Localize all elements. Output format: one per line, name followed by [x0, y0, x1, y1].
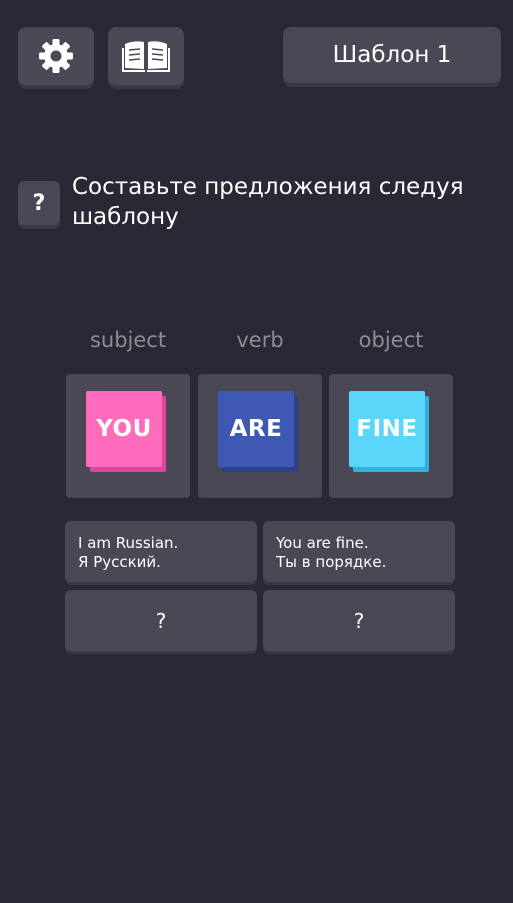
unsolved-marker: ?: [155, 608, 167, 633]
subject-slot[interactable]: YOU: [66, 374, 190, 498]
column-label-subject: subject: [89, 328, 167, 352]
unsolved-marker: ?: [353, 608, 365, 633]
verb-slot[interactable]: ARE: [198, 374, 322, 498]
template-selector-button[interactable]: Шаблон 1: [283, 27, 501, 83]
example-card[interactable]: You are fine. Ты в порядке.: [263, 521, 455, 582]
column-label-verb: verb: [236, 328, 284, 352]
example-sentence-ru: Я Русский.: [78, 553, 161, 571]
template-label: Шаблон 1: [332, 42, 452, 68]
column-label-object: object: [358, 328, 424, 352]
dictionary-button[interactable]: [108, 27, 184, 85]
settings-button[interactable]: [18, 27, 94, 85]
example-sentence-ru: Ты в порядке.: [276, 553, 387, 571]
word-block-fine[interactable]: FINE: [349, 391, 425, 467]
unsolved-sentence-card[interactable]: ?: [263, 590, 455, 651]
task-instruction: Составьте предложения следуя шаблону: [72, 174, 464, 230]
gear-icon: [39, 39, 73, 73]
help-button[interactable]: ?: [18, 181, 60, 225]
app-screen: Шаблон 1 ? Составьте предложения следуя …: [0, 0, 513, 903]
example-card[interactable]: I am Russian. Я Русский.: [65, 521, 257, 582]
help-icon: ?: [32, 190, 46, 216]
word-block-you[interactable]: YOU: [86, 391, 162, 467]
word-block-are[interactable]: ARE: [218, 391, 294, 467]
example-sentence-en: You are fine.: [276, 534, 369, 552]
example-sentence-en: I am Russian.: [78, 534, 179, 552]
object-slot[interactable]: FINE: [329, 374, 453, 498]
open-book-icon: [122, 41, 170, 72]
unsolved-sentence-card[interactable]: ?: [65, 590, 257, 651]
